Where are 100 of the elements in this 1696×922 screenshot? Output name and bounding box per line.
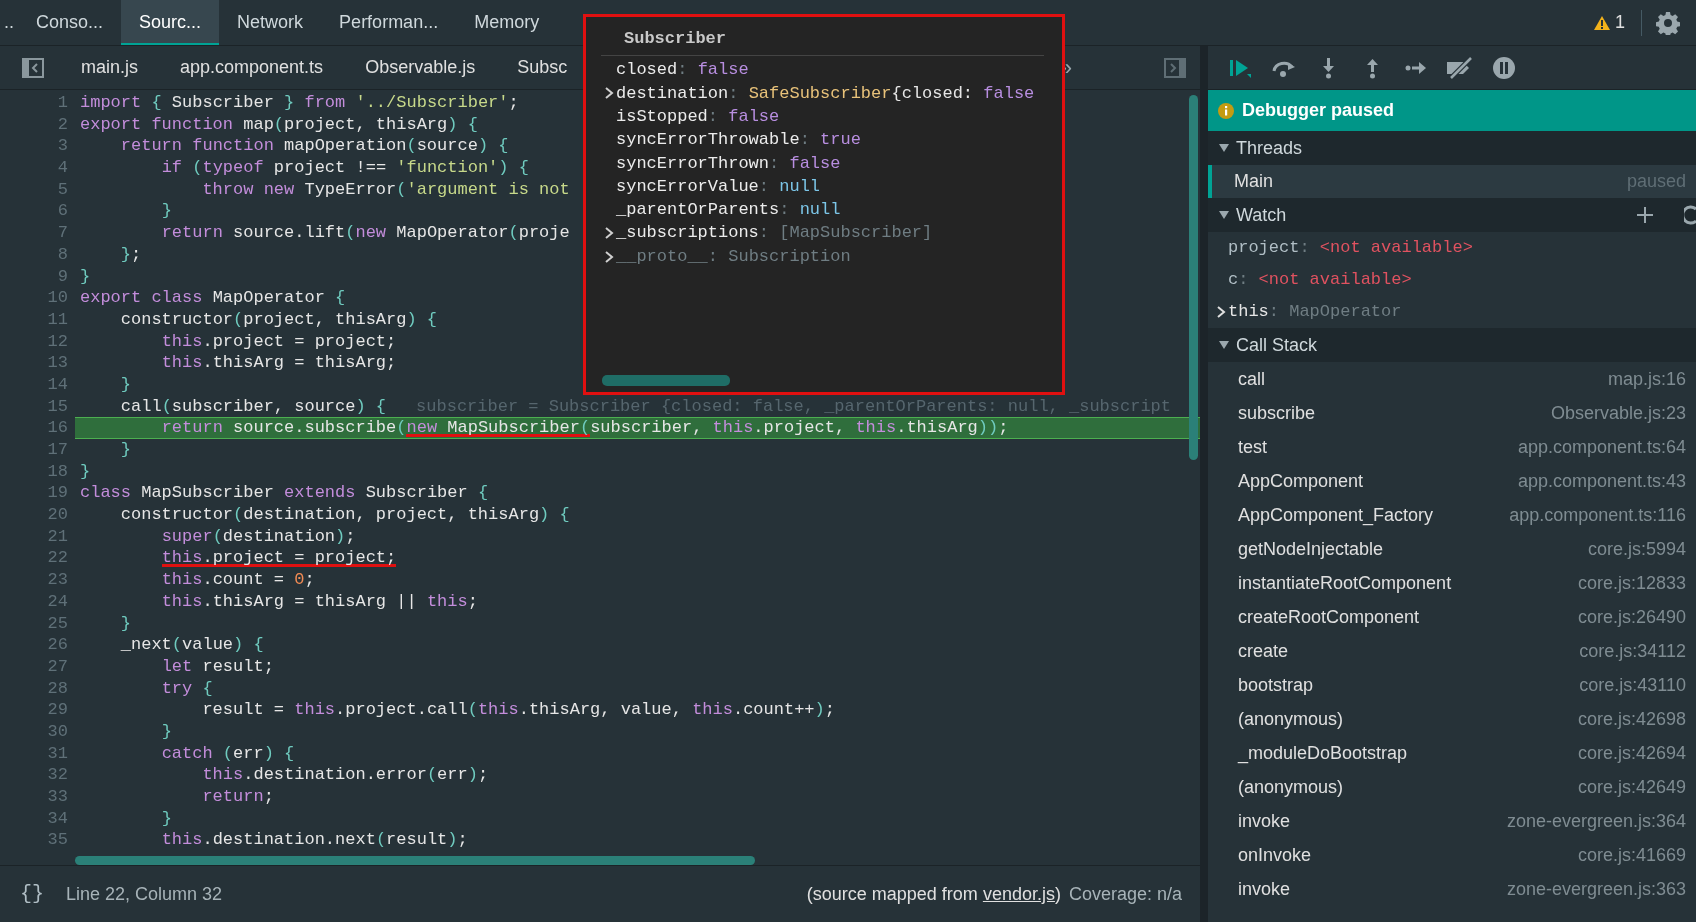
call-frame-name[interactable]: (anonymous)	[1238, 705, 1344, 733]
call-frame-name[interactable]: onInvoke	[1238, 841, 1312, 869]
expand-chevron-icon[interactable]	[604, 226, 614, 241]
line-number: 13	[46, 352, 68, 374]
horizontal-scrollbar[interactable]	[75, 856, 755, 865]
object-property[interactable]: isStopped: false	[586, 105, 1062, 129]
line-number: 16	[46, 417, 68, 439]
section-header[interactable]: Call Stack	[1208, 328, 1696, 362]
line-number: 5	[56, 178, 68, 201]
file-tab[interactable]: main.js	[60, 54, 159, 81]
line-number: 20	[46, 504, 68, 526]
call-frame-name[interactable]: AppComponent	[1238, 467, 1364, 495]
sidebar-toggle-icon[interactable]	[1164, 57, 1186, 78]
vertical-scrollbar[interactable]	[1189, 95, 1198, 460]
call-frame-name[interactable]: subscribe	[1238, 399, 1316, 427]
coverage-label: Coverage: n/a	[1068, 882, 1182, 906]
code-line: this.count = 0;	[160, 569, 315, 591]
call-frame-location: zone-evergreen.js:363	[1506, 877, 1686, 901]
expand-chevron-icon[interactable]	[604, 86, 614, 101]
panel-tab[interactable]: ..	[0, 0, 18, 45]
section-title: Threads	[1236, 136, 1304, 160]
section-header[interactable]: Watch	[1208, 198, 1696, 232]
object-property[interactable]: destination: SafeSubscriber{closed: false	[586, 81, 1062, 106]
object-property[interactable]: syncErrorThrown: false	[586, 151, 1062, 175]
pretty-print-button[interactable]: {}	[20, 879, 44, 909]
call-frame-name[interactable]: _moduleDoBootstrap	[1238, 739, 1408, 767]
horizontal-scrollbar[interactable]	[602, 375, 730, 386]
line-number: 3	[56, 135, 68, 158]
line-number: 9	[56, 265, 68, 288]
call-frame-name[interactable]: bootstrap	[1238, 671, 1314, 699]
expand-chevron-icon[interactable]	[1216, 305, 1226, 319]
expanded-triangle-icon	[1218, 340, 1230, 350]
deactivate-breakpoints-icon[interactable]	[1445, 55, 1475, 80]
thread-name: Main	[1234, 170, 1273, 193]
panel-tab[interactable]: Performan...	[321, 0, 457, 45]
expand-chevron-icon[interactable]	[604, 249, 614, 264]
source-link[interactable]: vendor.js	[982, 883, 1055, 904]
code-line: export class MapOperator {	[79, 287, 346, 309]
code-line: }	[160, 807, 172, 830]
line-number: 27	[46, 655, 68, 678]
call-frame-location: app.component.ts:64	[1517, 435, 1686, 459]
line-number: 10	[46, 287, 68, 309]
call-frame-name[interactable]: call	[1238, 365, 1265, 393]
line-number: 32	[46, 764, 68, 786]
line-number: 8	[56, 243, 68, 266]
refresh-icon[interactable]	[1684, 205, 1696, 225]
call-frame-location: core.js:43110	[1579, 673, 1686, 697]
code-line: constructor(project, thisArg) {	[119, 308, 438, 331]
object-property[interactable]: __proto__: Subscription	[586, 244, 1062, 269]
line-number: 25	[46, 612, 68, 635]
call-frame-name[interactable]: (anonymous)	[1238, 773, 1344, 801]
pause-icon[interactable]	[1492, 55, 1516, 80]
watch-expression[interactable]: project: <not available>	[1208, 232, 1696, 264]
call-frame-location: app.component.ts:43	[1517, 469, 1686, 493]
call-frame-location: core.js:5994	[1587, 537, 1686, 561]
navigator-toggle-icon[interactable]	[22, 57, 44, 78]
object-property[interactable]: closed: false	[586, 58, 1062, 82]
panel-tab[interactable]: Network	[219, 0, 322, 45]
call-frame-name[interactable]: createRootComponent	[1238, 603, 1420, 631]
code-line: };	[119, 243, 142, 266]
code-line: }	[119, 439, 131, 461]
object-property[interactable]: syncErrorValue: null	[586, 175, 1062, 199]
code-line: if (typeof project !== 'function') {	[160, 157, 529, 179]
section-title: Watch	[1236, 203, 1288, 227]
expanded-triangle-icon	[1218, 210, 1230, 220]
section-header[interactable]: Threads	[1208, 131, 1696, 165]
object-property[interactable]: syncErrorThrowable: true	[586, 128, 1062, 152]
object-property[interactable]: _subscriptions: [MapSubscriber]	[586, 221, 1062, 245]
cursor-position: Line 22, Column 32	[66, 882, 223, 906]
code-line: catch (err) {	[160, 742, 295, 765]
panel-tab[interactable]: Sourc...	[121, 0, 220, 45]
code-line: return function mapOperation(source) {	[119, 135, 509, 158]
file-tab[interactable]: Subsc	[496, 54, 589, 81]
call-frame-name[interactable]: instantiateRootComponent	[1238, 569, 1452, 597]
settings-icon[interactable]	[1656, 10, 1680, 35]
panel-tab[interactable]: Conso...	[18, 0, 122, 45]
code-line: throw new TypeError('argument is not	[201, 178, 570, 201]
call-frame-name[interactable]: invoke	[1238, 875, 1291, 903]
code-line: this.project = project;	[160, 330, 397, 353]
code-line: try {	[160, 677, 213, 700]
object-property[interactable]: _parentOrParents: null	[586, 198, 1062, 222]
line-number: 28	[46, 677, 68, 700]
add-icon[interactable]	[1636, 206, 1654, 224]
call-frame-location: core.js:42698	[1577, 707, 1686, 731]
call-frame-name[interactable]: invoke	[1238, 807, 1291, 835]
call-frame-name[interactable]: getNodeInjectable	[1238, 535, 1384, 563]
watch-expression[interactable]: this: MapOperator	[1208, 296, 1696, 328]
file-tab[interactable]: app.component.ts	[159, 54, 345, 81]
line-number: 31	[46, 742, 68, 765]
popup-title: Subscriber	[601, 17, 1044, 56]
source-map-note: (source mapped from vendor.js)	[806, 882, 1061, 906]
panel-tab[interactable]: Memory	[456, 0, 558, 45]
call-frame-name[interactable]: create	[1238, 637, 1289, 665]
line-number: 29	[46, 699, 68, 721]
file-tab[interactable]: Observable.js	[344, 54, 497, 81]
watch-expression[interactable]: c: <not available>	[1208, 264, 1696, 296]
call-frame-name[interactable]: AppComponent_Factory	[1238, 501, 1434, 529]
line-number: 4	[56, 157, 68, 179]
warning-counter[interactable]: 1	[1593, 9, 1625, 36]
call-frame-name[interactable]: test	[1238, 433, 1267, 461]
